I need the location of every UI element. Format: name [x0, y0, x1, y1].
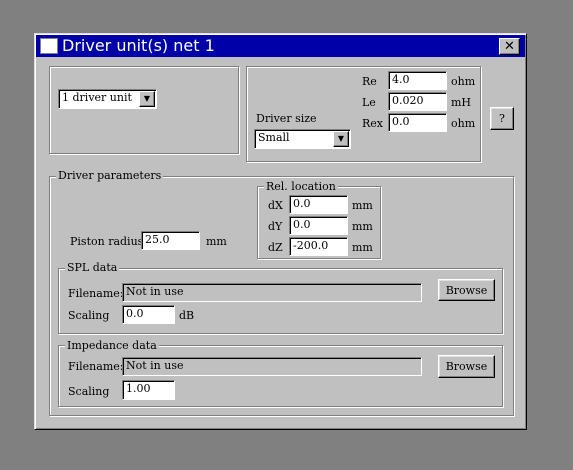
rex-unit: ohm: [451, 117, 476, 130]
window-icon: [40, 38, 58, 54]
piston-radius-input[interactable]: 25.0: [141, 231, 200, 250]
close-button[interactable]: ✕: [499, 38, 520, 55]
dy-unit: mm: [352, 220, 373, 233]
impedance-scaling-label: Scaling: [68, 385, 110, 398]
help-button[interactable]: ?: [490, 107, 514, 130]
driver-parameters-label: Driver parameters: [56, 169, 164, 182]
dx-unit: mm: [352, 199, 373, 212]
rex-input[interactable]: 0.0: [388, 113, 447, 132]
triangle-down-icon: ▼: [337, 134, 345, 143]
le-unit: mH: [451, 96, 472, 109]
driver-count-selected: 1 driver unit: [62, 91, 132, 104]
driver-size-selected: Small: [258, 131, 290, 144]
driver-size-label: Driver size: [256, 112, 317, 125]
spl-filename-label: Filename:: [68, 287, 124, 300]
le-label: Le: [362, 96, 376, 109]
driver-count-group: [49, 66, 239, 154]
triangle-down-icon: ▼: [143, 94, 151, 103]
title-bar[interactable]: Driver unit(s) net 1 ✕: [36, 35, 525, 57]
rel-location-label: Rel. location: [264, 180, 338, 193]
spl-scaling-unit: dB: [179, 309, 195, 322]
re-unit: ohm: [451, 75, 476, 88]
impedance-filename-field: Not in use: [122, 357, 422, 376]
spl-filename-field: Not in use: [122, 283, 422, 302]
dz-label: dZ: [268, 241, 283, 254]
impedance-filename-label: Filename:: [68, 360, 124, 373]
spl-browse-label: Browse: [445, 283, 488, 297]
piston-radius-unit: mm: [206, 235, 227, 248]
spl-data-label: SPL data: [65, 261, 120, 274]
dz-unit: mm: [352, 241, 373, 254]
dx-input[interactable]: 0.0: [289, 195, 348, 214]
re-input[interactable]: 4.0: [388, 71, 447, 90]
impedance-browse-button[interactable]: Browse: [438, 355, 495, 378]
dx-label: dX: [268, 199, 283, 212]
spl-scaling-label: Scaling: [68, 309, 110, 322]
driver-size-dropdown-arrow[interactable]: ▼: [333, 131, 349, 147]
le-input[interactable]: 0.020: [388, 92, 447, 111]
re-label: Re: [362, 75, 377, 88]
impedance-browse-label: Browse: [445, 360, 488, 373]
window-title: Driver unit(s) net 1: [62, 36, 215, 55]
dz-input[interactable]: -200.0: [289, 237, 348, 256]
help-button-label: ?: [499, 112, 505, 125]
dy-label: dY: [268, 220, 283, 233]
impedance-data-label: Impedance data: [65, 339, 159, 352]
close-icon: ✕: [504, 39, 515, 54]
dy-input[interactable]: 0.0: [289, 216, 348, 235]
piston-radius-label: Piston radius: [70, 235, 144, 248]
spl-browse-button[interactable]: Browse: [438, 279, 495, 301]
spl-scaling-input[interactable]: 0.0: [122, 305, 175, 324]
rex-label: Rex: [362, 117, 383, 130]
driver-count-dropdown-arrow[interactable]: ▼: [139, 91, 155, 107]
impedance-scaling-input[interactable]: 1.00: [122, 380, 175, 400]
